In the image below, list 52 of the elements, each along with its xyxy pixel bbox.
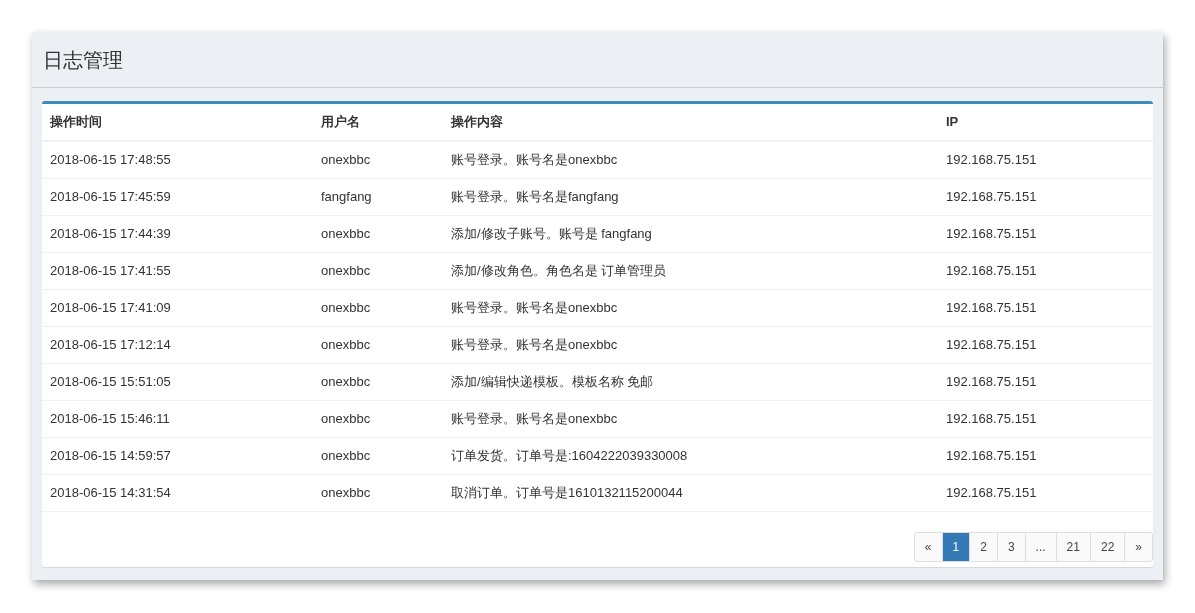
table-cell: onexbbc xyxy=(321,263,371,279)
table-cell: 192.168.75.151 xyxy=(946,374,1037,390)
table-cell: 2018-06-15 17:12:14 xyxy=(50,337,171,353)
table-cell: 2018-06-15 17:41:09 xyxy=(50,300,171,316)
table-cell: 192.168.75.151 xyxy=(946,485,1037,501)
table-cell: 2018-06-15 14:31:54 xyxy=(50,485,171,501)
table-cell: onexbbc xyxy=(321,300,371,316)
table-cell: 2018-06-15 15:46:11 xyxy=(50,411,170,427)
table-cell: onexbbc xyxy=(321,411,371,427)
table-cell: 添加/修改角色。角色名是 订单管理员 xyxy=(451,263,667,279)
table-cell: onexbbc xyxy=(321,374,371,390)
table-cell: 192.168.75.151 xyxy=(946,448,1037,464)
table-cell: 账号登录。账号名是fangfang xyxy=(451,189,619,205)
table-cell: 添加/修改子账号。账号是 fangfang xyxy=(451,226,652,242)
table-cell: 2018-06-15 15:51:05 xyxy=(50,374,171,390)
table-cell: 192.168.75.151 xyxy=(946,189,1037,205)
table-cell: onexbbc xyxy=(321,448,371,464)
column-header: 操作时间 xyxy=(50,114,102,130)
table-cell: 2018-06-15 17:41:55 xyxy=(50,263,171,279)
table-cell: 192.168.75.151 xyxy=(946,300,1037,316)
table-cell: 账号登录。账号名是onexbbc xyxy=(451,411,618,427)
table-cell: 账号登录。账号名是onexbbc xyxy=(451,152,618,168)
table-cell: fangfang xyxy=(321,189,372,205)
table-cell: 2018-06-15 17:48:55 xyxy=(50,152,171,168)
table-cell: 192.168.75.151 xyxy=(946,226,1037,242)
table-cell: 取消订单。订单号是1610132115200044 xyxy=(451,485,683,501)
page-button[interactable]: « xyxy=(913,532,943,562)
table-cell: 2018-06-15 17:45:59 xyxy=(50,189,171,205)
table-cell: 添加/编辑快递模板。模板名称 免邮 xyxy=(451,374,654,390)
page-button[interactable]: 21 xyxy=(1055,532,1091,562)
column-header: IP xyxy=(946,114,959,130)
page-title: 日志管理 xyxy=(43,47,123,73)
table-cell: 2018-06-15 17:44:39 xyxy=(50,226,171,242)
page-button[interactable]: » xyxy=(1124,532,1153,562)
column-header: 用户名 xyxy=(321,114,360,130)
column-header: 操作内容 xyxy=(451,114,503,130)
table-cell: onexbbc xyxy=(321,226,371,242)
table-cell: 192.168.75.151 xyxy=(946,152,1037,168)
table-cell: 订单发货。订单号是:1604222039330008 xyxy=(451,448,688,464)
table-cell: 192.168.75.151 xyxy=(946,263,1037,279)
table-cell: onexbbc xyxy=(321,337,371,353)
table-cell: onexbbc xyxy=(321,485,371,501)
page-button[interactable]: 22 xyxy=(1089,532,1126,562)
page-button[interactable]: ... xyxy=(1024,532,1057,562)
page-button[interactable]: 3 xyxy=(996,532,1026,562)
table-cell: 192.168.75.151 xyxy=(946,337,1037,353)
page-button[interactable]: 2 xyxy=(969,532,998,562)
table-cell: onexbbc xyxy=(321,152,371,168)
table-cell: 账号登录。账号名是onexbbc xyxy=(451,300,618,316)
table-cell: 192.168.75.151 xyxy=(946,411,1037,427)
table-cell: 2018-06-15 14:59:57 xyxy=(50,448,171,464)
table-cell: 账号登录。账号名是onexbbc xyxy=(451,337,618,353)
